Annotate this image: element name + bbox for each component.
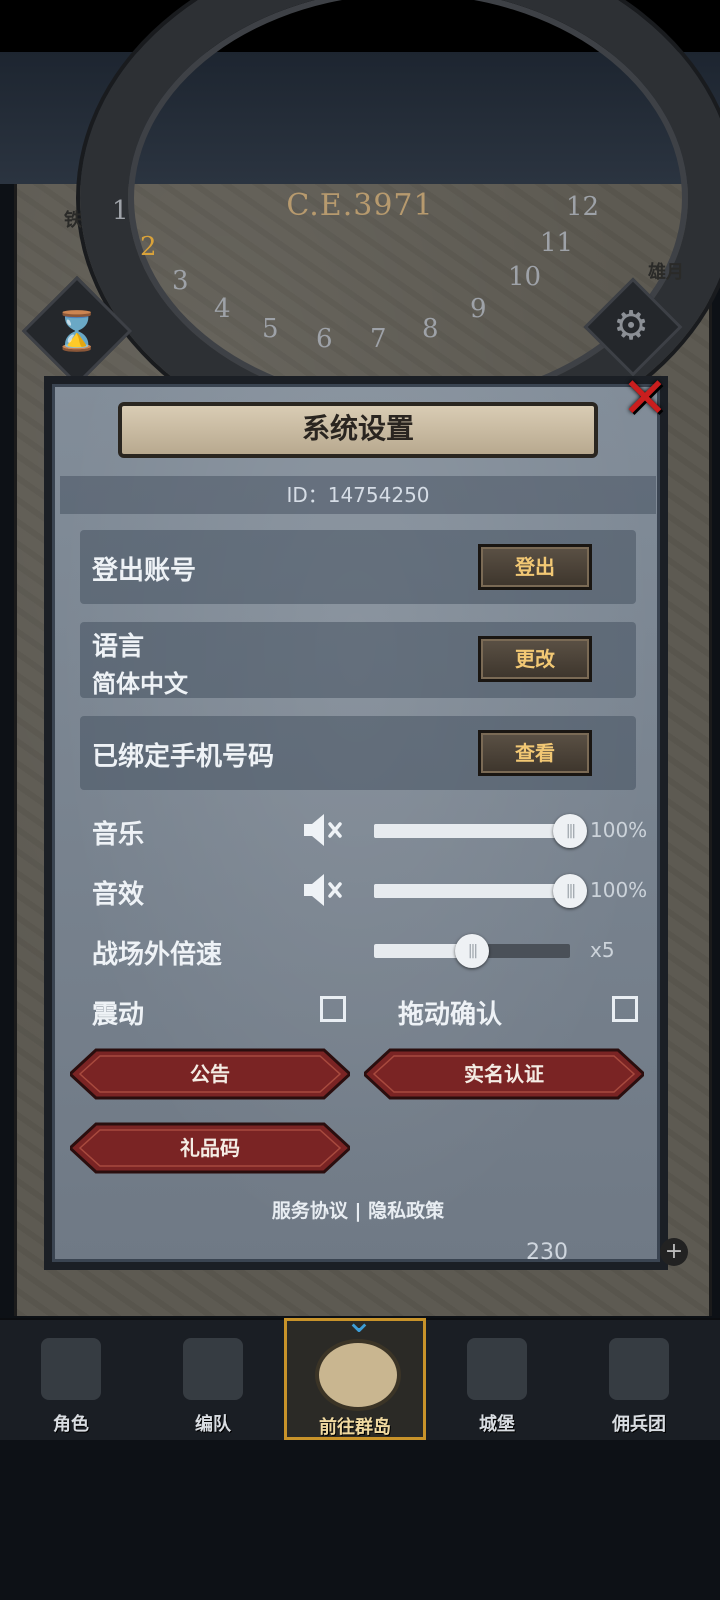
notice-button[interactable]: 公告 — [70, 1048, 350, 1100]
month-9: 9 — [470, 294, 487, 324]
gift-code-button-label: 礼品码 — [180, 1136, 240, 1160]
music-percent: 100% — [590, 818, 648, 842]
gear-icon[interactable]: ⚙ — [595, 290, 667, 362]
speed-label: 战场外倍速 — [92, 940, 223, 970]
sound-percent: 100% — [590, 878, 648, 902]
service-agreement-link[interactable]: 服务协议 — [272, 1200, 348, 1222]
nav-item-mercenary[interactable]: 佣兵团 — [568, 1318, 710, 1440]
gift-code-button[interactable]: 礼品码 — [70, 1122, 350, 1174]
realname-button[interactable]: 实名认证 — [364, 1048, 644, 1100]
drag-confirm-label: 拖动确认 — [398, 1000, 503, 1030]
nav-label-mercenary: 佣兵团 — [612, 1414, 666, 1435]
sound-slider-fill — [374, 884, 570, 898]
month-1: 1 — [112, 196, 129, 226]
music-mute-icon[interactable] — [300, 810, 346, 850]
nav-item-castle[interactable]: 城堡 — [426, 1318, 568, 1440]
phone-label: 已绑定手机号码 — [92, 742, 275, 772]
month-12: 12 — [566, 192, 600, 222]
music-slider-handle[interactable]: ||| — [553, 814, 587, 848]
month-6: 6 — [316, 324, 333, 354]
sound-slider-handle[interactable]: ||| — [553, 874, 587, 908]
speed-value: x5 — [590, 938, 615, 962]
realname-button-label: 实名认证 — [464, 1062, 544, 1086]
change-language-button[interactable]: 更改 — [478, 636, 592, 682]
globe-icon — [315, 1339, 401, 1411]
month-11: 11 — [540, 228, 574, 258]
vibrate-checkbox[interactable] — [320, 996, 346, 1022]
notice-button-label: 公告 — [190, 1062, 230, 1086]
vibrate-label: 震动 — [92, 1000, 145, 1030]
month-8: 8 — [422, 314, 439, 344]
view-phone-button[interactable]: 查看 — [478, 730, 592, 776]
active-chevron-icon: ⌄ — [344, 1301, 374, 1341]
nav-label-formation: 编队 — [195, 1414, 231, 1435]
formation-icon — [183, 1338, 243, 1400]
month-7: 7 — [370, 324, 387, 354]
map-left-label: 铁 — [64, 210, 82, 231]
mercenary-icon — [609, 1338, 669, 1400]
music-label: 音乐 — [92, 820, 145, 850]
privacy-policy-link[interactable]: 隐私政策 — [368, 1200, 444, 1222]
nav-label-castle: 城堡 — [479, 1414, 515, 1435]
sound-mute-icon[interactable] — [300, 870, 346, 910]
currency-amount: 230 — [526, 1240, 568, 1265]
knight-icon — [41, 1338, 101, 1400]
nav-label-islands: 前往群岛 — [319, 1417, 391, 1438]
month-5: 5 — [262, 314, 279, 344]
links-separator: | — [354, 1200, 362, 1222]
language-value: 简体中文 — [92, 670, 188, 698]
nav-item-character[interactable]: 角色 — [0, 1318, 142, 1440]
dialog-title: 系统设置 — [301, 412, 414, 445]
nav-item-formation[interactable]: 编队 — [142, 1318, 284, 1440]
legal-links: 服务协议 | 隐私政策 — [60, 1196, 656, 1223]
nav-label-character: 角色 — [53, 1414, 89, 1435]
hourglass-icon[interactable]: ⌛ — [38, 292, 116, 370]
month-2: 2 — [140, 232, 157, 262]
month-10: 10 — [508, 262, 542, 292]
era-label: C.E.3971 — [286, 188, 434, 223]
bottom-blank — [0, 1440, 720, 1600]
music-slider-fill — [374, 824, 570, 838]
drag-confirm-checkbox[interactable] — [612, 996, 638, 1022]
sound-label: 音效 — [92, 880, 145, 910]
language-label: 语言 — [92, 632, 145, 662]
player-id: ID：14754250 — [286, 483, 430, 507]
logout-button[interactable]: 登出 — [478, 544, 592, 590]
close-icon[interactable]: ✕ — [614, 368, 676, 430]
map-right-label: 雄月 — [648, 262, 684, 283]
add-currency-icon[interactable]: + — [660, 1238, 688, 1266]
month-3: 3 — [172, 266, 189, 296]
month-4: 4 — [214, 294, 231, 324]
castle-icon — [467, 1338, 527, 1400]
speed-slider-handle[interactable]: ||| — [455, 934, 489, 968]
logout-label: 登出账号 — [92, 556, 197, 586]
